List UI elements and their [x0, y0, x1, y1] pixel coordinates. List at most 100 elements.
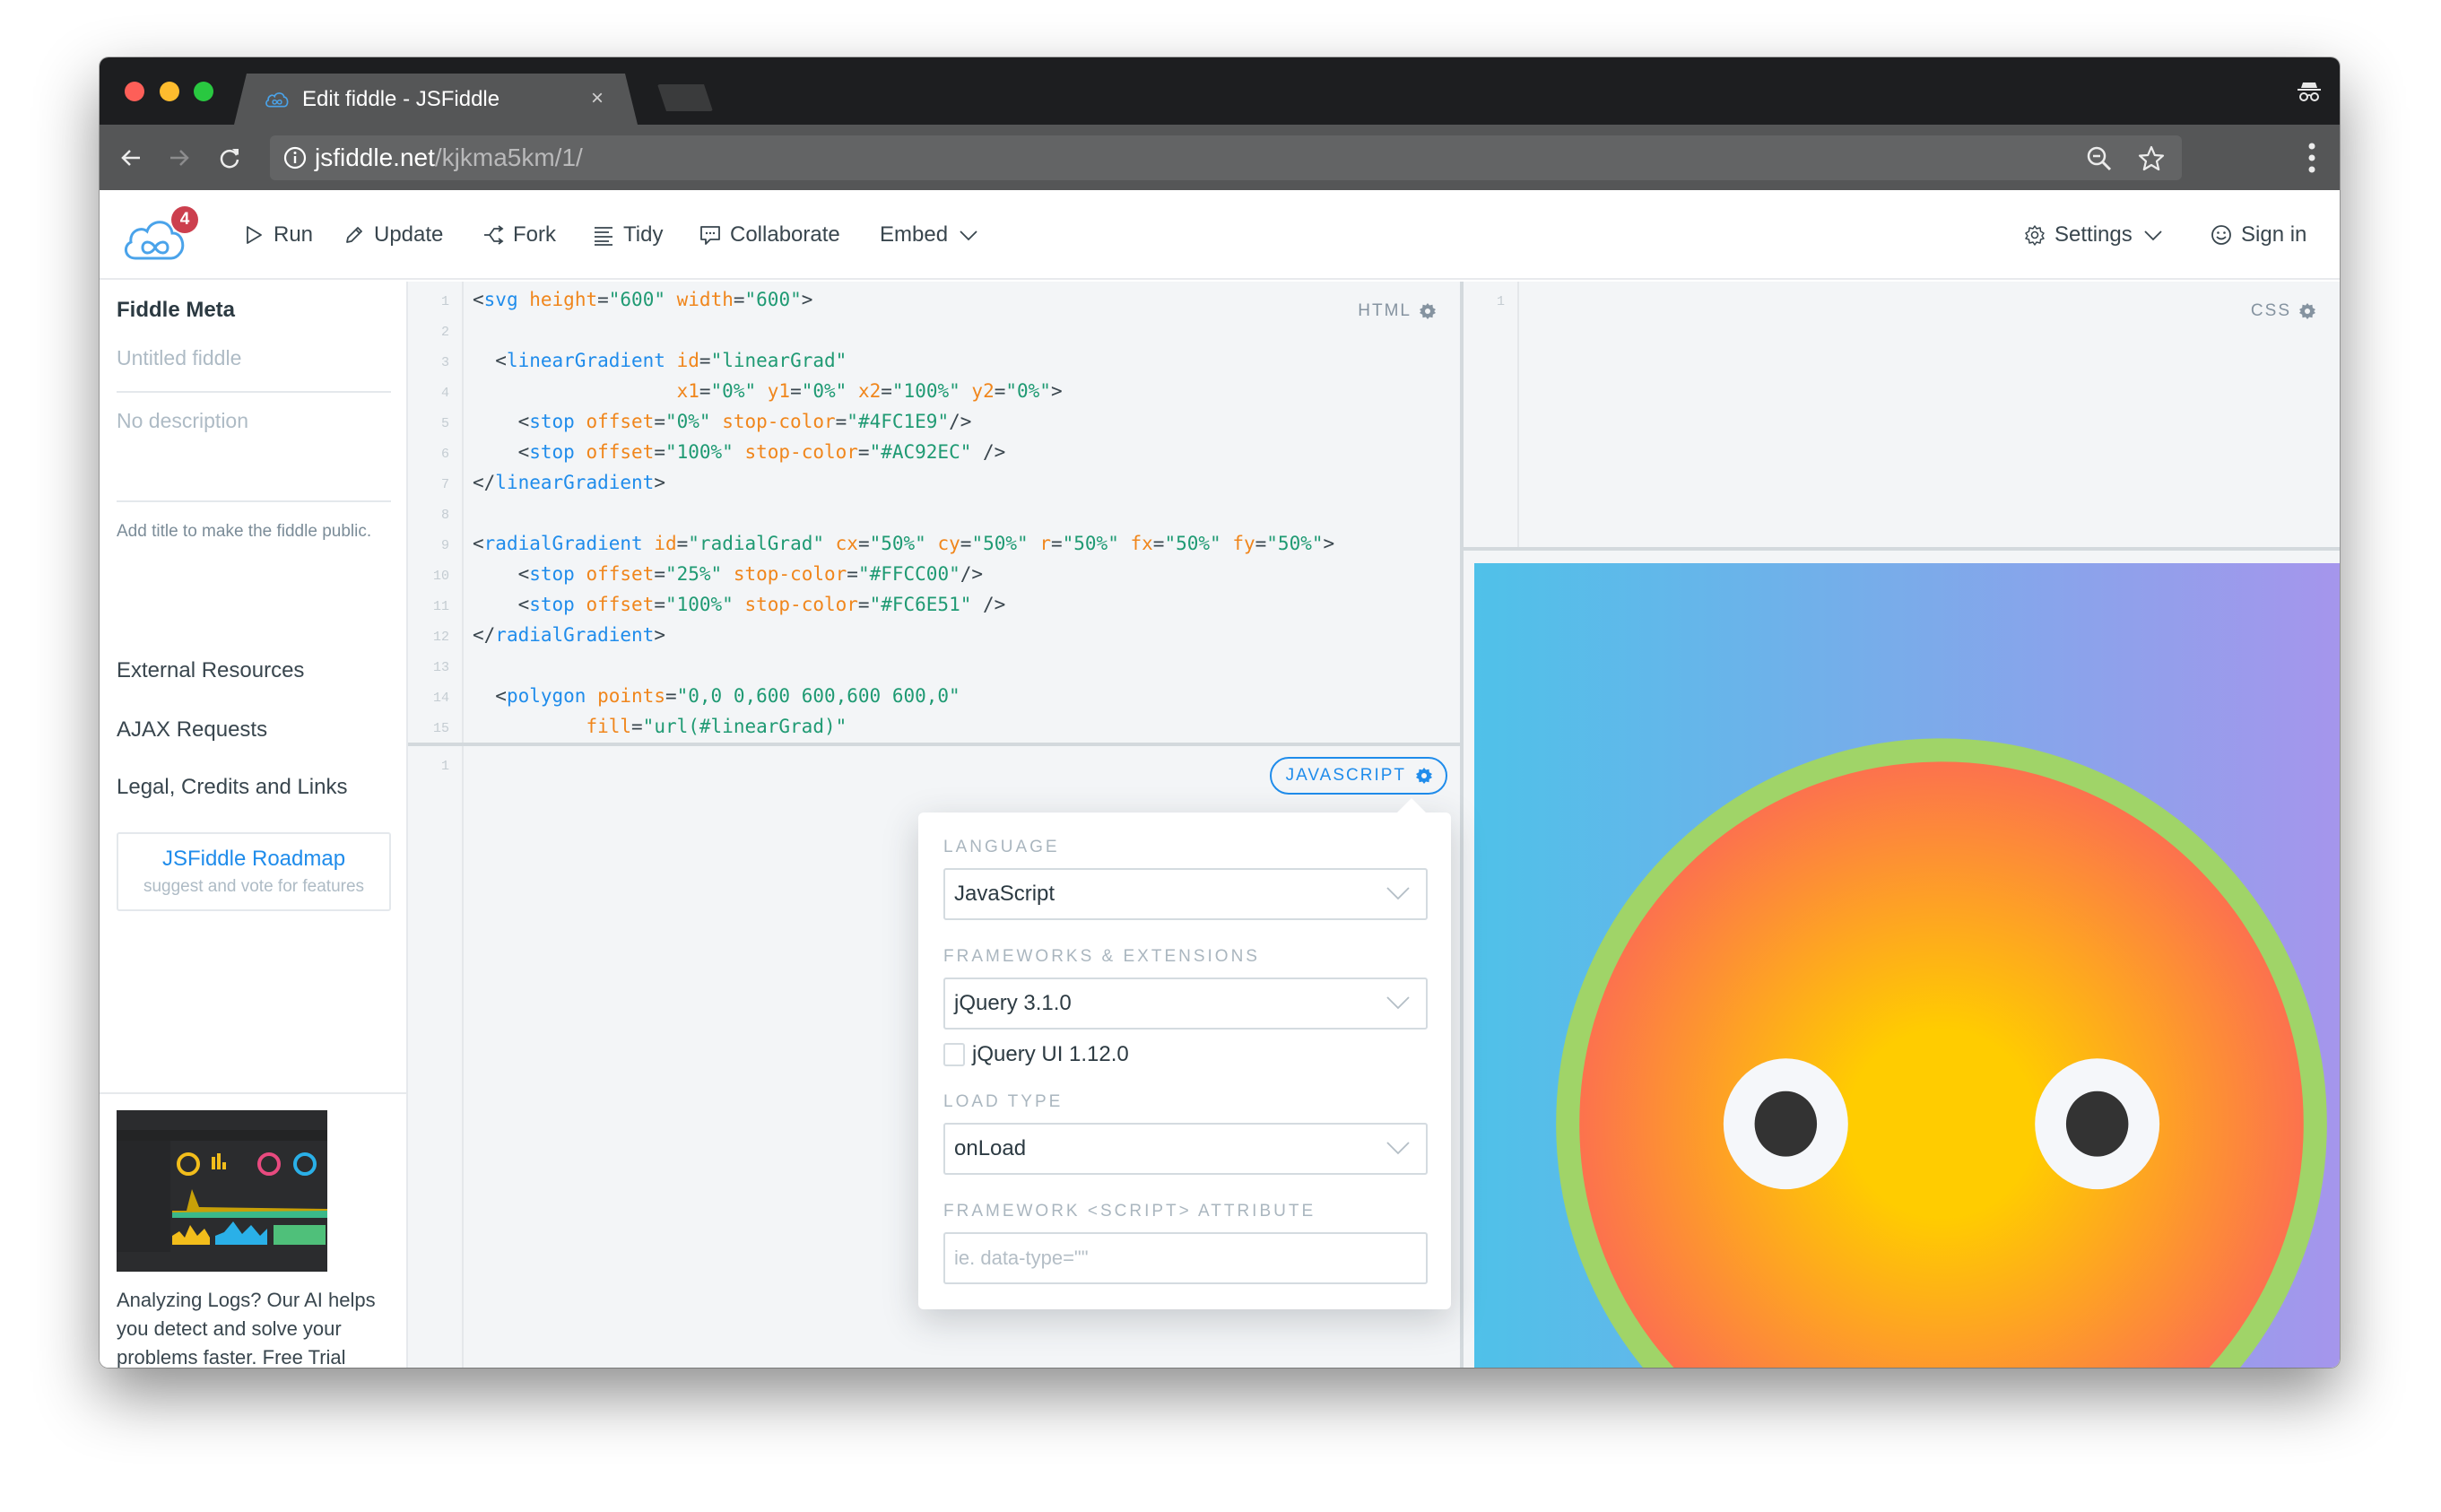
- ad-image[interactable]: [117, 1110, 327, 1272]
- code-line[interactable]: fill="url(#linearGrad)": [473, 716, 847, 737]
- language-value: JavaScript: [954, 882, 1055, 906]
- css-panel-label[interactable]: CSS: [2251, 301, 2316, 321]
- sidebar: Fiddle Meta Untitled fiddle No descripti…: [100, 282, 408, 1368]
- code-token: =: [597, 289, 609, 310]
- sign-in-button[interactable]: Sign in: [2211, 217, 2306, 253]
- code-token: =: [857, 441, 870, 463]
- code-token: >: [1323, 533, 1335, 554]
- code-token: >: [801, 289, 813, 310]
- framework-select[interactable]: jQuery 3.1.0: [943, 978, 1428, 1030]
- sidebar-item-legal-credits[interactable]: Legal, Credits and Links: [117, 775, 347, 800]
- tidy-button[interactable]: Tidy: [593, 217, 663, 253]
- code-token: width: [676, 289, 734, 310]
- jquery-ui-checkbox[interactable]: jQuery UI 1.12.0: [943, 1042, 1129, 1067]
- roadmap-subtitle: suggest and vote for features: [143, 877, 365, 896]
- code-line[interactable]: <stop offset="25%" stop-color="#FFCC00"/…: [473, 563, 983, 585]
- js-gutter: 1: [408, 746, 464, 1368]
- collaborate-button[interactable]: Collaborate: [699, 217, 840, 253]
- update-button[interactable]: Update: [343, 217, 443, 253]
- run-button[interactable]: Run: [243, 217, 313, 253]
- code-token: cx: [835, 533, 858, 554]
- info-icon[interactable]: [282, 145, 308, 170]
- code-line[interactable]: <stop offset="0%" stop-color="#4FC1E9"/>: [473, 411, 972, 432]
- code-token: =: [733, 289, 745, 310]
- code-token: x2: [857, 380, 882, 402]
- code-token: "100%": [891, 380, 960, 402]
- forward-button[interactable]: [164, 143, 195, 173]
- load-type-value: onLoad: [954, 1136, 1027, 1160]
- code-line[interactable]: <svg height="600" width="600">: [473, 289, 812, 310]
- script-attribute-input[interactable]: [943, 1232, 1428, 1284]
- embed-dropdown[interactable]: Embed: [880, 217, 978, 253]
- code-token: stop: [529, 411, 575, 432]
- fiddle-description-input[interactable]: No description: [117, 409, 391, 502]
- code-token: =: [654, 594, 665, 615]
- javascript-settings-button[interactable]: JAVASCRIPT: [1269, 757, 1447, 795]
- code-token: =: [699, 350, 711, 371]
- reload-icon: [220, 149, 239, 169]
- code-token: />: [949, 411, 972, 432]
- gear-icon: [1420, 303, 1436, 319]
- url-input[interactable]: jsfiddle.net/kjkma5km/1/: [270, 135, 2182, 180]
- code-token: "50%": [869, 533, 926, 554]
- css-editor[interactable]: 1 CSS: [1464, 282, 2340, 551]
- code-line[interactable]: <linearGradient id="linearGrad": [473, 350, 847, 371]
- line-number: 1: [440, 294, 449, 309]
- load-type-select[interactable]: onLoad: [943, 1123, 1428, 1175]
- fork-button[interactable]: Fork: [482, 217, 556, 253]
- code-token: stop-color: [744, 441, 858, 463]
- tab-title: Edit fiddle - JSFiddle: [302, 86, 500, 111]
- sign-in-label: Sign in: [2241, 222, 2307, 247]
- public-hint: Add title to make the fiddle public.: [117, 522, 372, 541]
- html-panel-label[interactable]: HTML: [1358, 301, 1437, 321]
- roadmap-link[interactable]: JSFiddle Roadmap suggest and vote for fe…: [117, 832, 391, 911]
- back-button[interactable]: [116, 143, 146, 173]
- close-window-button[interactable]: [125, 82, 144, 101]
- code-token: id: [654, 533, 677, 554]
- sidebar-item-ajax-requests[interactable]: AJAX Requests: [117, 717, 267, 743]
- line-number: 6: [440, 447, 449, 462]
- code-token: stop: [529, 594, 575, 615]
- code-line[interactable]: <stop offset="100%" stop-color="#AC92EC"…: [473, 441, 1006, 463]
- code-line[interactable]: </linearGradient>: [473, 472, 665, 493]
- code-line[interactable]: x1="0%" y1="0%" x2="100%" y2="0%">: [473, 380, 1063, 402]
- star-icon[interactable]: [2137, 144, 2166, 173]
- fiddle-title-input[interactable]: Untitled fiddle: [117, 346, 391, 393]
- result-canvas[interactable]: [1474, 563, 2340, 1368]
- code-token: radialGradient: [495, 624, 655, 646]
- code-token: svg: [483, 289, 518, 310]
- result-svg: [1474, 563, 2340, 1368]
- maximize-window-button[interactable]: [194, 82, 213, 101]
- browser-window: Edit fiddle - JSFiddle × jsfiddle.net/kj…: [100, 57, 2340, 1368]
- sidebar-item-external-resources[interactable]: External Resources: [117, 658, 304, 683]
- checkbox-box[interactable]: [943, 1043, 965, 1066]
- browser-tab-active[interactable]: Edit fiddle - JSFiddle ×: [234, 74, 638, 125]
- code-line[interactable]: <stop offset="100%" stop-color="#FC6E51"…: [473, 594, 1006, 615]
- code-line[interactable]: <radialGradient id="radialGrad" cx="50%"…: [473, 533, 1334, 554]
- reload-button[interactable]: [214, 143, 245, 173]
- language-select[interactable]: JavaScript: [943, 868, 1428, 920]
- new-tab-button[interactable]: [657, 84, 713, 111]
- code-line[interactable]: <polygon points="0,0 0,600 600,600 600,0…: [473, 685, 960, 707]
- code-token: linearGradient: [506, 350, 665, 371]
- code-token: =: [631, 716, 643, 737]
- code-line[interactable]: </radialGradient>: [473, 624, 665, 646]
- minimize-window-button[interactable]: [160, 82, 179, 101]
- frameworks-label: FRAMEWORKS & EXTENSIONS: [943, 947, 1260, 966]
- code-token: "50%": [971, 533, 1029, 554]
- zoom-out-icon[interactable]: [2085, 144, 2114, 173]
- tab-close-icon[interactable]: ×: [591, 86, 604, 111]
- code-token: =: [857, 594, 870, 615]
- notification-badge[interactable]: 4: [171, 206, 198, 233]
- code-token: r: [1039, 533, 1051, 554]
- html-editor[interactable]: 1 2 3 4 5 6 7 8 9 10 11 12 13 14 15 <svg height="600" …: [408, 282, 1464, 743]
- code-token: stop-color: [733, 563, 847, 585]
- settings-dropdown[interactable]: Settings: [2024, 217, 2163, 253]
- ad-text[interactable]: Analyzing Logs? Our AI helps you detect …: [117, 1286, 395, 1368]
- more-vert-icon[interactable]: [2306, 141, 2318, 175]
